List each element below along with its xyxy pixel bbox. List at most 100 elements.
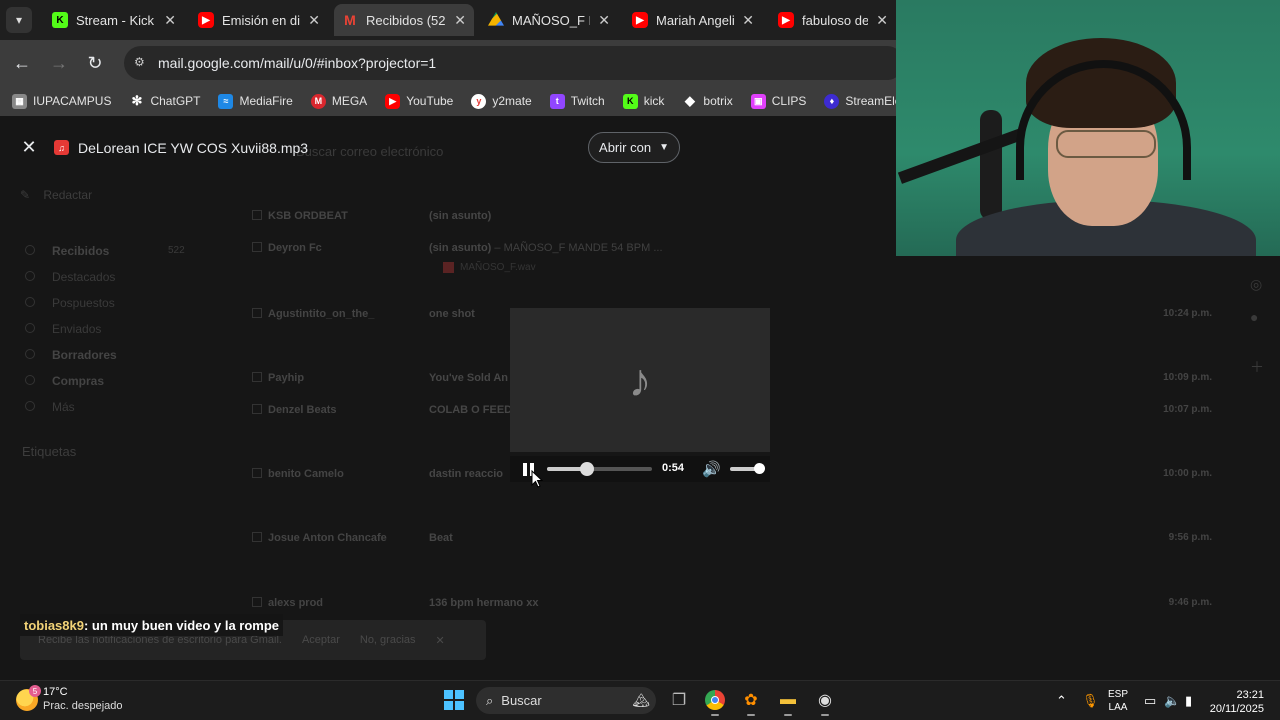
forward-button[interactable]: →	[48, 52, 70, 74]
chatgpt-icon: ✻	[131, 93, 143, 108]
kick-icon: K	[622, 93, 638, 109]
tab-search-button[interactable]: ▾	[6, 7, 32, 33]
close-icon: ✕	[21, 136, 37, 157]
mega-icon: M	[310, 93, 326, 109]
attachment-chip: MAÑOSO_F.wav	[443, 262, 536, 273]
chevron-down-icon: ▾	[15, 13, 23, 27]
seek-handle[interactable]	[579, 462, 594, 476]
tab-youtube-fabuloso[interactable]: ▶ fabuloso de kh ✕	[770, 4, 896, 36]
file-explorer-icon[interactable]: ▬	[776, 689, 800, 711]
task-view-icon[interactable]: ❐	[667, 689, 691, 711]
arrow-right-icon: →	[50, 52, 68, 73]
site-settings-icon[interactable]: ⚙	[134, 55, 150, 71]
bookmark-iupacampus[interactable]: ▦ IUPACAMPUS	[12, 93, 111, 109]
bookmark-chatgpt[interactable]: ✻ ChatGPT	[129, 93, 201, 109]
checkbox-icon	[252, 532, 262, 542]
bookmark-youtube[interactable]: ▶ YouTube	[385, 93, 453, 109]
bookmark-mediafire[interactable]: ≈ MediaFire	[218, 93, 293, 109]
tab-drive[interactable]: MAÑOSO_F Mi ✕	[480, 4, 618, 36]
youtube-icon: ▶	[632, 12, 648, 28]
system-clock[interactable]: 23:21 20/11/2025	[1206, 688, 1264, 716]
chevron-down-icon	[25, 401, 35, 411]
close-icon[interactable]: ✕	[876, 12, 888, 29]
bookmark-kick[interactable]: Kkick	[622, 93, 664, 109]
weather-temperature[interactable]: 17°C	[43, 686, 68, 698]
nav-more: Más	[52, 400, 75, 414]
audio-player: ♪ 0:54 🔊	[510, 308, 770, 482]
player-artwork: ♪	[510, 308, 770, 452]
fl-studio-icon[interactable]: ✿	[739, 689, 763, 711]
bookmark-twitch[interactable]: t Twitch	[549, 93, 605, 109]
botrix-icon: ◆	[684, 93, 695, 108]
volume-icon[interactable]: 🔊	[702, 460, 722, 478]
mouse-cursor-icon	[531, 470, 543, 488]
nav-inbox: Recibidos	[52, 244, 110, 258]
bookmark-y2mate[interactable]: y y2mate	[471, 93, 532, 109]
close-icon[interactable]: ✕	[164, 12, 176, 29]
address-bar[interactable]: ⚙ mail.google.com/mail/u/0/#inbox?projec…	[124, 46, 904, 80]
bookmark-mega[interactable]: M MEGA	[310, 93, 367, 109]
close-icon[interactable]: ✕	[308, 12, 320, 29]
tab-gmail-inbox[interactable]: M Recibidos (522) ✕	[334, 4, 474, 36]
nav-purchases: Compras	[52, 374, 105, 388]
close-icon[interactable]: ✕	[742, 12, 754, 29]
weather-badge: 5	[29, 685, 41, 697]
youtube-icon: ▶	[198, 12, 214, 28]
tab-kick[interactable]: K Stream - Kick D ✕	[44, 4, 184, 36]
tab-youtube-mariah[interactable]: ▶ Mariah Angelic ✕	[624, 4, 762, 36]
microphone-arm	[897, 128, 1025, 184]
clips-icon: ▣	[750, 93, 766, 109]
open-with-button[interactable]: Abrir con ▼	[588, 132, 680, 163]
youtube-icon: ▶	[778, 12, 794, 28]
volume-handle[interactable]	[754, 463, 765, 474]
side-panel-icons: ◎ ● ＋	[1250, 276, 1264, 375]
player-controls: 0:54 🔊	[510, 456, 770, 482]
tag-icon	[25, 375, 35, 385]
battery-icon[interactable]: ▮	[1185, 693, 1192, 709]
show-hidden-icons[interactable]: ⌃	[1056, 693, 1067, 709]
compose-button: ✎ Redactar	[20, 188, 93, 202]
obs-active-indicator	[821, 714, 829, 716]
obs-icon[interactable]: ◉	[813, 689, 837, 711]
music-note-icon: ♪	[628, 354, 652, 406]
clock-icon	[25, 297, 35, 307]
drive-icon	[488, 12, 504, 26]
chrome-icon[interactable]	[703, 689, 727, 711]
checkbox-icon	[252, 597, 262, 607]
network-icon[interactable]: ▭	[1144, 693, 1156, 709]
volume-icon[interactable]: 🔈	[1164, 693, 1180, 709]
close-viewer-button[interactable]: ✕	[20, 136, 38, 157]
chat-message: tobias8k9 : un muy buen video y la rompe	[20, 614, 284, 636]
table-row: Josue Anton Chancafe Beat 9:56 p.m.	[248, 532, 1228, 592]
gmail-icon: M	[344, 12, 356, 28]
microphone-icon[interactable]: 🎙	[1082, 693, 1099, 709]
reload-button[interactable]: ↻	[84, 52, 106, 74]
chat-text: : un muy buen video y la rompe	[83, 617, 280, 633]
audio-file-icon: ♫	[54, 140, 69, 155]
caret-down-icon: ▼	[659, 142, 669, 153]
nav-starred: Destacados	[52, 270, 116, 284]
weather-description[interactable]: Prac. despejado	[43, 700, 123, 712]
close-icon[interactable]: ✕	[598, 12, 610, 29]
draft-icon	[25, 349, 35, 359]
mediafire-icon: ≈	[218, 93, 234, 109]
nav-snoozed: Pospuestos	[52, 296, 115, 310]
taskbar-search[interactable]: ⌕ Buscar 🏔	[476, 687, 656, 714]
nav-inbox-count: 522	[168, 245, 185, 256]
close-icon[interactable]: ✕	[454, 12, 466, 29]
playback-time: 0:54	[662, 462, 685, 474]
seek-slider[interactable]	[547, 462, 652, 476]
reload-icon: ↻	[87, 52, 103, 73]
input-language[interactable]: ESP LAA	[1108, 688, 1128, 714]
star-icon	[25, 271, 35, 281]
twitch-icon: t	[549, 93, 565, 109]
accept-button: Aceptar	[301, 634, 340, 646]
streamelements-icon: ♦	[824, 93, 840, 109]
start-button[interactable]	[444, 690, 464, 710]
chat-username: tobias8k9	[24, 617, 84, 633]
bookmark-botrix[interactable]: ◆ botrix	[682, 93, 733, 109]
volume-slider[interactable]	[730, 463, 765, 474]
back-button[interactable]: ←	[11, 52, 33, 74]
bookmark-clips[interactable]: ▣ CLIPS	[750, 93, 806, 109]
tab-youtube-live[interactable]: ▶ Emisión en dire ✕	[190, 4, 328, 36]
